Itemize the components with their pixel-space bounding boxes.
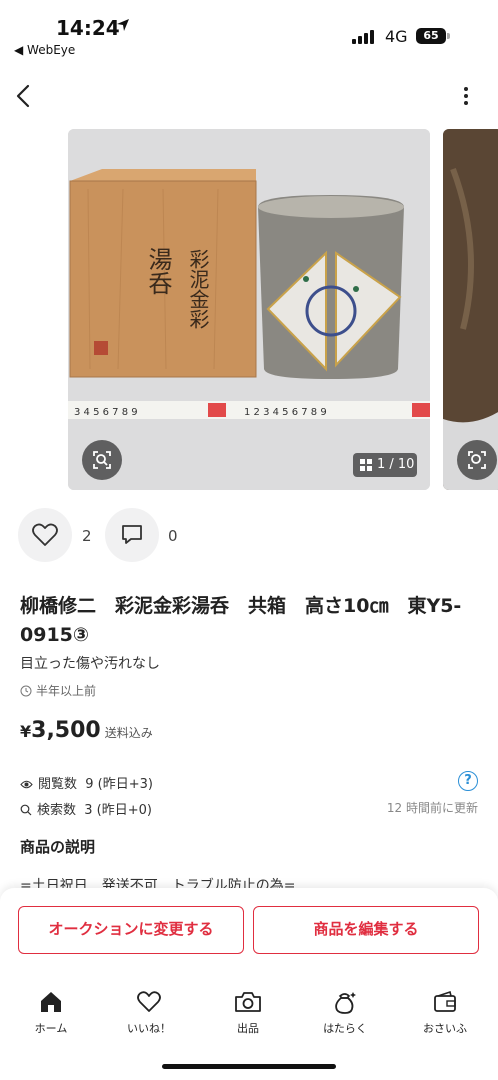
next-product-photo[interactable] [443, 129, 498, 490]
views-label: 閲覧数 [38, 777, 78, 792]
svg-text:3 4 5 6 7 8 9: 3 4 5 6 7 8 9 [74, 407, 138, 418]
search-stat: 検索数 3 (昨日+0) [20, 799, 152, 818]
item-price: ¥3,500 送料込み [20, 718, 153, 743]
item-condition: 目立った傷や汚れなし [20, 656, 160, 672]
eye-icon [20, 780, 33, 789]
battery-icon: 65 [416, 28, 446, 44]
like-count: 2 [82, 527, 92, 545]
posted-time: 半年以上前 [20, 682, 96, 699]
tab-sell[interactable]: 出品 [208, 990, 288, 1036]
status-time: 14:24 [56, 16, 120, 40]
wallet-icon [434, 990, 456, 1012]
network-type: 4G [385, 27, 408, 46]
comment-button[interactable] [105, 508, 159, 562]
comment-icon [122, 525, 142, 544]
photo-counter: 1 / 10 [353, 453, 417, 477]
more-options-icon[interactable] [456, 84, 476, 108]
status-bar: 14:24 ◀ WebEye 4G 65 [0, 0, 498, 64]
edit-item-button[interactable]: 商品を編集する [253, 906, 479, 954]
item-title: 柳橋修二 彩泥金彩湯呑 共箱 高さ10㎝ 東Y5-0915③ [20, 595, 462, 646]
clock-icon [20, 685, 32, 697]
price-currency: ¥ [20, 722, 32, 741]
tab-home-label: ホーム [34, 1022, 68, 1035]
camera-icon [235, 992, 261, 1012]
updated-time: 12 時間前に更新 [386, 801, 478, 815]
home-icon [41, 992, 61, 1012]
views-stat: 閲覧数 9 (昨日+3) [20, 773, 153, 792]
search-label: 検索数 [37, 803, 77, 818]
change-to-auction-button[interactable]: オークションに変更する [18, 906, 244, 954]
location-arrow-icon [117, 19, 129, 31]
image-search-icon [93, 451, 111, 469]
home-indicator [162, 1064, 336, 1069]
tab-likes-label: いいね！ [127, 1022, 171, 1035]
svg-text:1 2 3 4 5 6 7 8 9: 1 2 3 4 5 6 7 8 9 [244, 407, 327, 418]
views-value: 9 (昨日+3) [85, 777, 153, 792]
back-to-app-link[interactable]: ◀ WebEye [14, 43, 75, 57]
search-icon [20, 804, 32, 816]
heart-icon [137, 991, 161, 1012]
image-search-icon [468, 451, 486, 469]
shipping-note: 送料込み [104, 726, 153, 740]
price-amount: 3,500 [31, 718, 101, 743]
photo-counter-text: 1 / 10 [377, 457, 415, 472]
image-search-button[interactable] [82, 440, 122, 480]
tab-home[interactable]: ホーム [11, 990, 91, 1036]
like-button[interactable] [18, 508, 72, 562]
product-photo-illustration: 彩泥金彩 湯呑 3 4 5 6 7 8 9 1 2 3 4 5 6 7 8 9 [68, 129, 430, 490]
next-image-search-button[interactable] [457, 440, 497, 480]
comment-count: 0 [168, 527, 178, 545]
posted-time-text: 半年以上前 [36, 684, 97, 698]
tab-sell-label: 出品 [237, 1022, 259, 1035]
next-photo-illustration [443, 129, 498, 490]
tab-wallet-label: おさいふ [423, 1022, 467, 1035]
cellular-signal-icon [352, 30, 378, 44]
help-icon[interactable]: ? [458, 771, 478, 791]
battery-tip [447, 33, 450, 39]
search-value: 3 (昨日+0) [84, 803, 152, 818]
tab-wallet[interactable]: おさいふ [405, 990, 485, 1036]
tab-work[interactable]: はたらく [305, 990, 385, 1036]
box-inscription: 彩泥金彩 [186, 249, 210, 329]
grid-icon [360, 459, 372, 471]
tab-likes[interactable]: いいね！ [109, 990, 189, 1036]
bag-sparkle-icon [335, 992, 356, 1014]
back-chevron-icon[interactable] [10, 80, 38, 112]
heart-icon [32, 523, 58, 546]
product-photo[interactable]: 彩泥金彩 湯呑 3 4 5 6 7 8 9 1 2 3 4 5 6 7 8 9 1… [68, 129, 430, 490]
tab-work-label: はたらく [323, 1022, 367, 1035]
description-heading: 商品の説明 [20, 838, 96, 856]
box-inscription-2: 湯呑 [144, 247, 172, 295]
